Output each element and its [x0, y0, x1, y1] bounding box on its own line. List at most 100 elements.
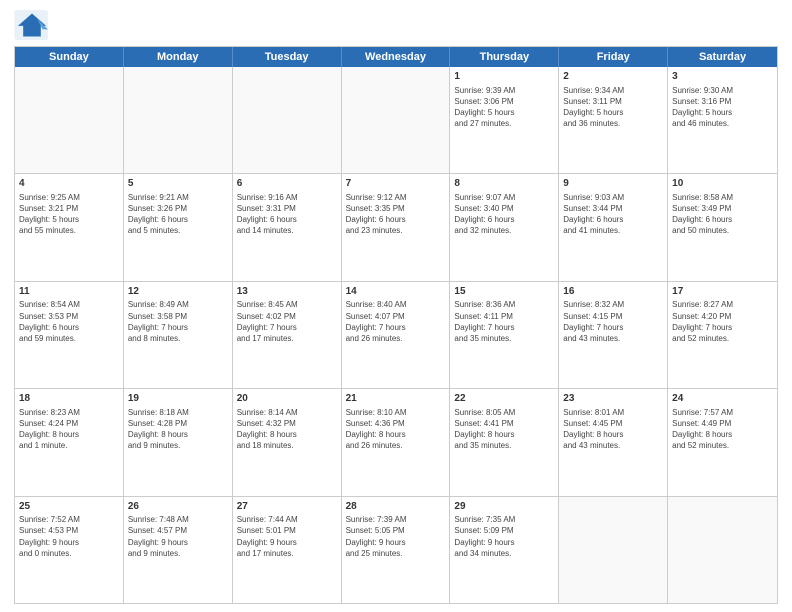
calendar-day-23: 23Sunrise: 8:01 AM Sunset: 4:45 PM Dayli… — [559, 389, 668, 495]
calendar-day-15: 15Sunrise: 8:36 AM Sunset: 4:11 PM Dayli… — [450, 282, 559, 388]
weekday-header-thursday: Thursday — [450, 47, 559, 67]
calendar-day-9: 9Sunrise: 9:03 AM Sunset: 3:44 PM Daylig… — [559, 174, 668, 280]
day-info: Sunrise: 9:03 AM Sunset: 3:44 PM Dayligh… — [563, 192, 663, 237]
calendar-day-25: 25Sunrise: 7:52 AM Sunset: 4:53 PM Dayli… — [15, 497, 124, 603]
day-number: 5 — [128, 177, 228, 191]
day-number: 27 — [237, 500, 337, 514]
day-number: 12 — [128, 285, 228, 299]
weekday-header-saturday: Saturday — [668, 47, 777, 67]
day-info: Sunrise: 8:40 AM Sunset: 4:07 PM Dayligh… — [346, 299, 446, 344]
day-number: 3 — [672, 70, 773, 84]
day-number: 19 — [128, 392, 228, 406]
day-info: Sunrise: 8:32 AM Sunset: 4:15 PM Dayligh… — [563, 299, 663, 344]
day-info: Sunrise: 9:12 AM Sunset: 3:35 PM Dayligh… — [346, 192, 446, 237]
day-info: Sunrise: 9:25 AM Sunset: 3:21 PM Dayligh… — [19, 192, 119, 237]
day-number: 29 — [454, 500, 554, 514]
calendar-day-8: 8Sunrise: 9:07 AM Sunset: 3:40 PM Daylig… — [450, 174, 559, 280]
day-info: Sunrise: 9:30 AM Sunset: 3:16 PM Dayligh… — [672, 85, 773, 130]
calendar-day-empty — [15, 67, 124, 173]
page: SundayMondayTuesdayWednesdayThursdayFrid… — [0, 0, 792, 612]
day-number: 10 — [672, 177, 773, 191]
calendar: SundayMondayTuesdayWednesdayThursdayFrid… — [14, 46, 778, 604]
logo — [14, 10, 54, 40]
day-number: 14 — [346, 285, 446, 299]
calendar-header-row: SundayMondayTuesdayWednesdayThursdayFrid… — [15, 47, 777, 67]
day-number: 4 — [19, 177, 119, 191]
calendar-day-7: 7Sunrise: 9:12 AM Sunset: 3:35 PM Daylig… — [342, 174, 451, 280]
day-number: 2 — [563, 70, 663, 84]
day-info: Sunrise: 8:54 AM Sunset: 3:53 PM Dayligh… — [19, 299, 119, 344]
calendar-day-20: 20Sunrise: 8:14 AM Sunset: 4:32 PM Dayli… — [233, 389, 342, 495]
calendar-week-3: 11Sunrise: 8:54 AM Sunset: 3:53 PM Dayli… — [15, 282, 777, 389]
day-info: Sunrise: 9:39 AM Sunset: 3:06 PM Dayligh… — [454, 85, 554, 130]
calendar-day-6: 6Sunrise: 9:16 AM Sunset: 3:31 PM Daylig… — [233, 174, 342, 280]
calendar-day-24: 24Sunrise: 7:57 AM Sunset: 4:49 PM Dayli… — [668, 389, 777, 495]
day-info: Sunrise: 9:07 AM Sunset: 3:40 PM Dayligh… — [454, 192, 554, 237]
calendar-day-empty — [233, 67, 342, 173]
day-number: 21 — [346, 392, 446, 406]
day-number: 8 — [454, 177, 554, 191]
calendar-day-1: 1Sunrise: 9:39 AM Sunset: 3:06 PM Daylig… — [450, 67, 559, 173]
calendar-week-4: 18Sunrise: 8:23 AM Sunset: 4:24 PM Dayli… — [15, 389, 777, 496]
day-number: 16 — [563, 285, 663, 299]
day-number: 24 — [672, 392, 773, 406]
calendar-day-18: 18Sunrise: 8:23 AM Sunset: 4:24 PM Dayli… — [15, 389, 124, 495]
day-info: Sunrise: 7:57 AM Sunset: 4:49 PM Dayligh… — [672, 407, 773, 452]
day-info: Sunrise: 8:45 AM Sunset: 4:02 PM Dayligh… — [237, 299, 337, 344]
calendar-day-16: 16Sunrise: 8:32 AM Sunset: 4:15 PM Dayli… — [559, 282, 668, 388]
day-info: Sunrise: 8:01 AM Sunset: 4:45 PM Dayligh… — [563, 407, 663, 452]
day-info: Sunrise: 8:23 AM Sunset: 4:24 PM Dayligh… — [19, 407, 119, 452]
day-info: Sunrise: 8:14 AM Sunset: 4:32 PM Dayligh… — [237, 407, 337, 452]
calendar-day-19: 19Sunrise: 8:18 AM Sunset: 4:28 PM Dayli… — [124, 389, 233, 495]
day-number: 9 — [563, 177, 663, 191]
day-number: 15 — [454, 285, 554, 299]
day-number: 18 — [19, 392, 119, 406]
calendar-day-28: 28Sunrise: 7:39 AM Sunset: 5:05 PM Dayli… — [342, 497, 451, 603]
day-number: 7 — [346, 177, 446, 191]
day-info: Sunrise: 9:34 AM Sunset: 3:11 PM Dayligh… — [563, 85, 663, 130]
weekday-header-sunday: Sunday — [15, 47, 124, 67]
day-number: 13 — [237, 285, 337, 299]
calendar-day-11: 11Sunrise: 8:54 AM Sunset: 3:53 PM Dayli… — [15, 282, 124, 388]
calendar-week-2: 4Sunrise: 9:25 AM Sunset: 3:21 PM Daylig… — [15, 174, 777, 281]
calendar-day-empty — [668, 497, 777, 603]
day-info: Sunrise: 8:49 AM Sunset: 3:58 PM Dayligh… — [128, 299, 228, 344]
day-info: Sunrise: 7:52 AM Sunset: 4:53 PM Dayligh… — [19, 514, 119, 559]
calendar-day-5: 5Sunrise: 9:21 AM Sunset: 3:26 PM Daylig… — [124, 174, 233, 280]
calendar-day-empty — [559, 497, 668, 603]
weekday-header-tuesday: Tuesday — [233, 47, 342, 67]
day-info: Sunrise: 7:39 AM Sunset: 5:05 PM Dayligh… — [346, 514, 446, 559]
day-info: Sunrise: 7:35 AM Sunset: 5:09 PM Dayligh… — [454, 514, 554, 559]
day-number: 20 — [237, 392, 337, 406]
day-number: 23 — [563, 392, 663, 406]
day-info: Sunrise: 9:21 AM Sunset: 3:26 PM Dayligh… — [128, 192, 228, 237]
day-number: 1 — [454, 70, 554, 84]
day-info: Sunrise: 8:58 AM Sunset: 3:49 PM Dayligh… — [672, 192, 773, 237]
day-info: Sunrise: 8:18 AM Sunset: 4:28 PM Dayligh… — [128, 407, 228, 452]
calendar-day-17: 17Sunrise: 8:27 AM Sunset: 4:20 PM Dayli… — [668, 282, 777, 388]
day-number: 17 — [672, 285, 773, 299]
weekday-header-monday: Monday — [124, 47, 233, 67]
calendar-day-26: 26Sunrise: 7:48 AM Sunset: 4:57 PM Dayli… — [124, 497, 233, 603]
calendar-day-13: 13Sunrise: 8:45 AM Sunset: 4:02 PM Dayli… — [233, 282, 342, 388]
weekday-header-friday: Friday — [559, 47, 668, 67]
day-info: Sunrise: 9:16 AM Sunset: 3:31 PM Dayligh… — [237, 192, 337, 237]
day-number: 25 — [19, 500, 119, 514]
calendar-day-empty — [342, 67, 451, 173]
day-info: Sunrise: 8:36 AM Sunset: 4:11 PM Dayligh… — [454, 299, 554, 344]
day-info: Sunrise: 8:05 AM Sunset: 4:41 PM Dayligh… — [454, 407, 554, 452]
header — [14, 10, 778, 40]
calendar-day-29: 29Sunrise: 7:35 AM Sunset: 5:09 PM Dayli… — [450, 497, 559, 603]
day-number: 6 — [237, 177, 337, 191]
day-info: Sunrise: 7:48 AM Sunset: 4:57 PM Dayligh… — [128, 514, 228, 559]
day-number: 26 — [128, 500, 228, 514]
weekday-header-wednesday: Wednesday — [342, 47, 451, 67]
calendar-week-1: 1Sunrise: 9:39 AM Sunset: 3:06 PM Daylig… — [15, 67, 777, 174]
day-number: 28 — [346, 500, 446, 514]
day-info: Sunrise: 7:44 AM Sunset: 5:01 PM Dayligh… — [237, 514, 337, 559]
calendar-day-empty — [124, 67, 233, 173]
calendar-day-27: 27Sunrise: 7:44 AM Sunset: 5:01 PM Dayli… — [233, 497, 342, 603]
calendar-day-4: 4Sunrise: 9:25 AM Sunset: 3:21 PM Daylig… — [15, 174, 124, 280]
day-number: 22 — [454, 392, 554, 406]
calendar-day-12: 12Sunrise: 8:49 AM Sunset: 3:58 PM Dayli… — [124, 282, 233, 388]
